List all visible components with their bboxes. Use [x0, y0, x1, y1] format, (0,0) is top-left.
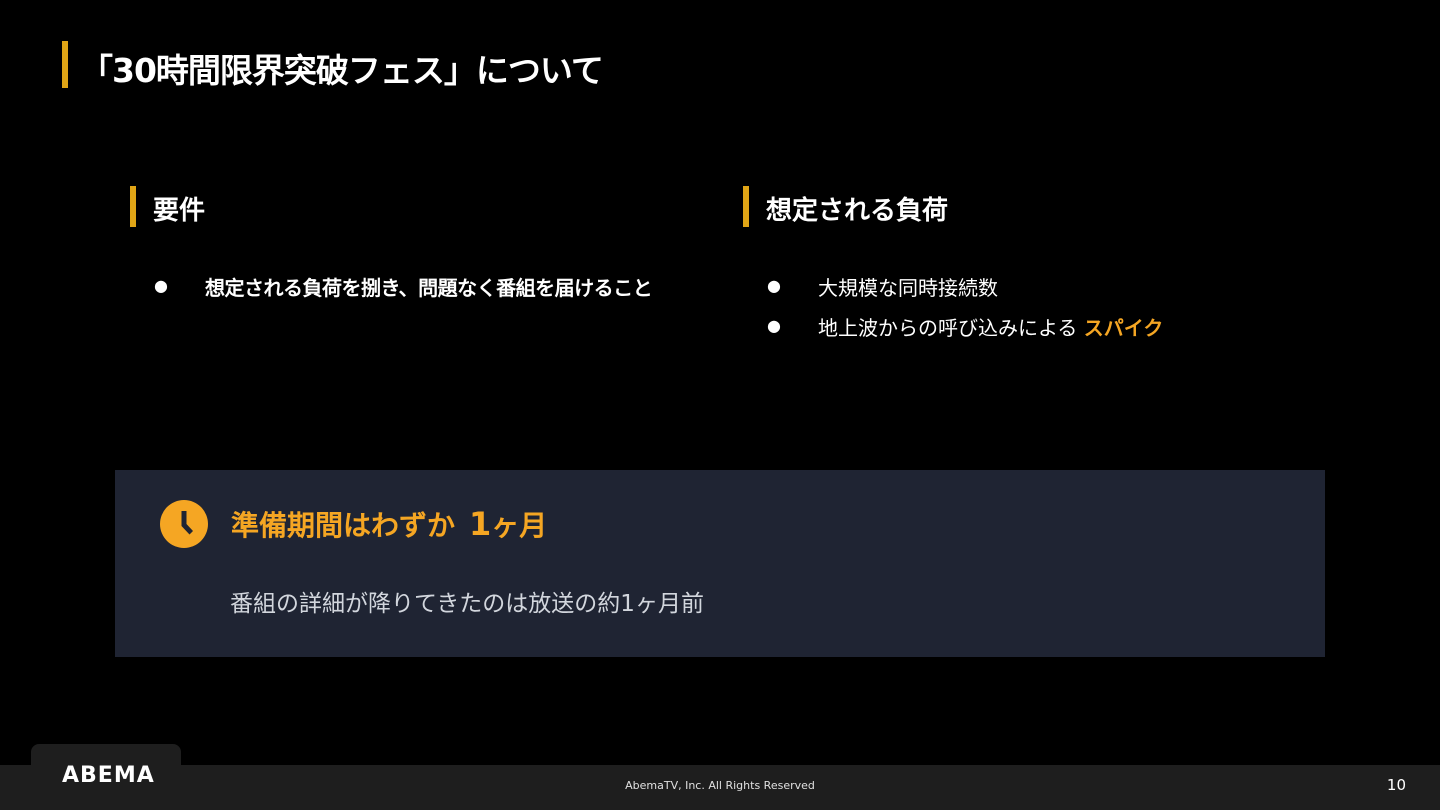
copyright-text: AbemaTV, Inc. All Rights Reserved — [625, 779, 815, 792]
expected-load-item-text: 地上波からの呼び込みによる — [818, 316, 1078, 340]
page-number: 10 — [1386, 776, 1406, 794]
expected-load-bullet: ● — [767, 316, 781, 335]
title-accent-bar — [62, 41, 68, 88]
expected-load-bullet: ● — [767, 276, 781, 295]
requirements-accent-bar — [130, 186, 136, 227]
expected-load-item: 地上波からの呼び込みによる スパイク — [818, 312, 1163, 341]
preparation-heading-number: 1 — [469, 505, 492, 543]
expected-load-item: 大規模な同時接続数 — [818, 272, 998, 301]
preparation-heading: 準備期間はわずか 1ヶ月 — [231, 504, 547, 544]
requirements-bullet: ● — [154, 276, 168, 295]
preparation-heading-unit: ヶ月 — [491, 509, 548, 542]
clock-icon — [160, 500, 208, 548]
page-title: 「30時間限界突破フェス」について — [80, 51, 604, 90]
requirements-item: 想定される負荷を捌き、問題なく番組を届けること — [205, 276, 653, 300]
preparation-body: 番組の詳細が降りてきたのは放送の約1ヶ月前 — [230, 591, 704, 617]
expected-load-heading: 想定される負荷 — [766, 196, 949, 226]
spike-highlight: スパイク — [1083, 316, 1164, 340]
preparation-heading-text: 準備期間はわずか — [231, 509, 456, 542]
expected-load-accent-bar — [743, 186, 749, 227]
expected-load-item-text: 大規模な同時接続数 — [818, 276, 998, 300]
requirements-heading: 要件 — [153, 196, 206, 226]
preparation-period-box — [115, 470, 1325, 657]
